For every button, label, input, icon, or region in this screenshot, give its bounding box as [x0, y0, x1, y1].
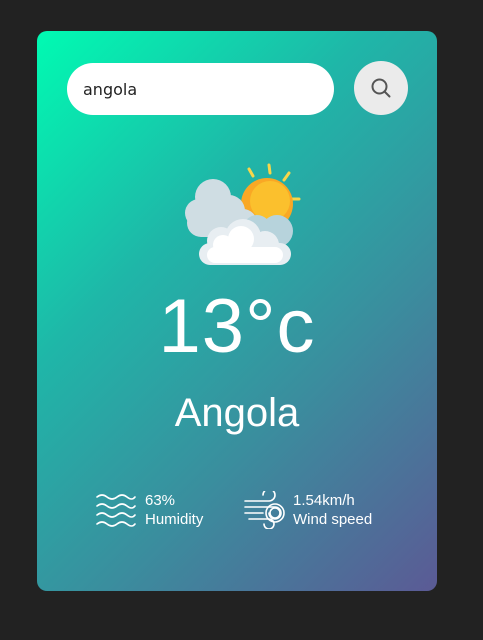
- humidity-label: Humidity: [145, 511, 204, 528]
- wind-label: Wind speed: [293, 511, 373, 528]
- humidity-waves-icon: [96, 494, 136, 527]
- wind-text: 1.54km/h Wind speed: [293, 491, 372, 529]
- search-icon: [371, 78, 391, 98]
- temperature: 13°c: [158, 284, 316, 369]
- humidity-text: 63% Humidity: [145, 491, 203, 529]
- search-bar: [67, 61, 408, 117]
- partly-cloudy-icon: [185, 163, 301, 265]
- wind-icon: [244, 491, 285, 529]
- wind-value: 1.54km/h: [293, 492, 355, 509]
- humidity-detail: 63% Humidity: [95, 491, 203, 529]
- weather-details: 63% Humidity 1.54km/h Wind speed: [37, 491, 437, 531]
- city-name: Angola: [174, 391, 300, 435]
- humidity-value: 63%: [145, 492, 176, 509]
- weather-card: 13°c Angola 63% Humidity: [37, 31, 437, 591]
- search-input[interactable]: [67, 63, 334, 115]
- search-button[interactable]: [354, 61, 408, 115]
- wind-detail: 1.54km/h Wind speed: [243, 491, 372, 529]
